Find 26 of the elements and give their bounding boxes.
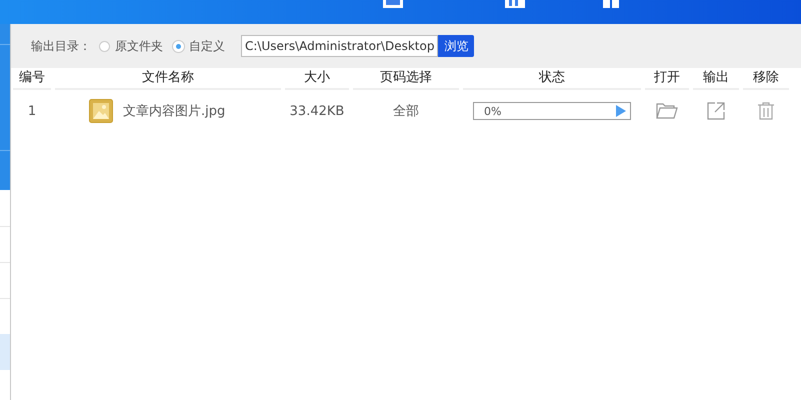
column-header: 打开 xyxy=(645,66,689,90)
toolbar-icon[interactable] xyxy=(505,0,525,8)
radio-option[interactable]: 自定义 xyxy=(173,38,225,54)
column-header: 移除 xyxy=(743,66,789,90)
table-cell-text: 33.42KB xyxy=(288,102,346,120)
column-header: 文件名称 xyxy=(55,66,281,90)
radio-option[interactable]: 原文件夹 xyxy=(99,38,163,54)
column-header: 输出 xyxy=(693,66,739,90)
column-header: 大小 xyxy=(285,66,349,90)
toolbar-icon[interactable] xyxy=(383,0,403,8)
column-header: 状态 xyxy=(463,66,641,90)
export-icon[interactable] xyxy=(707,102,725,120)
progress-text: 0% xyxy=(484,104,502,118)
folder-icon[interactable] xyxy=(656,103,678,119)
trash-icon[interactable] xyxy=(758,102,774,120)
path-field[interactable]: C:\Users\Administrator\Desktop xyxy=(241,35,438,57)
toolbar-icon[interactable] xyxy=(603,0,619,8)
image-file-icon xyxy=(89,99,113,123)
file-name: 文章内容图片.jpg xyxy=(123,103,226,120)
table-cell-text: 1 xyxy=(26,102,38,120)
play-icon[interactable] xyxy=(616,105,626,117)
browse-button[interactable]: 浏览 xyxy=(438,35,474,57)
table-cell-text: 全部 xyxy=(392,103,420,121)
column-header: 编号 xyxy=(13,66,51,90)
column-header: 页码选择 xyxy=(353,66,459,90)
output-label: 输出目录： xyxy=(31,38,91,54)
